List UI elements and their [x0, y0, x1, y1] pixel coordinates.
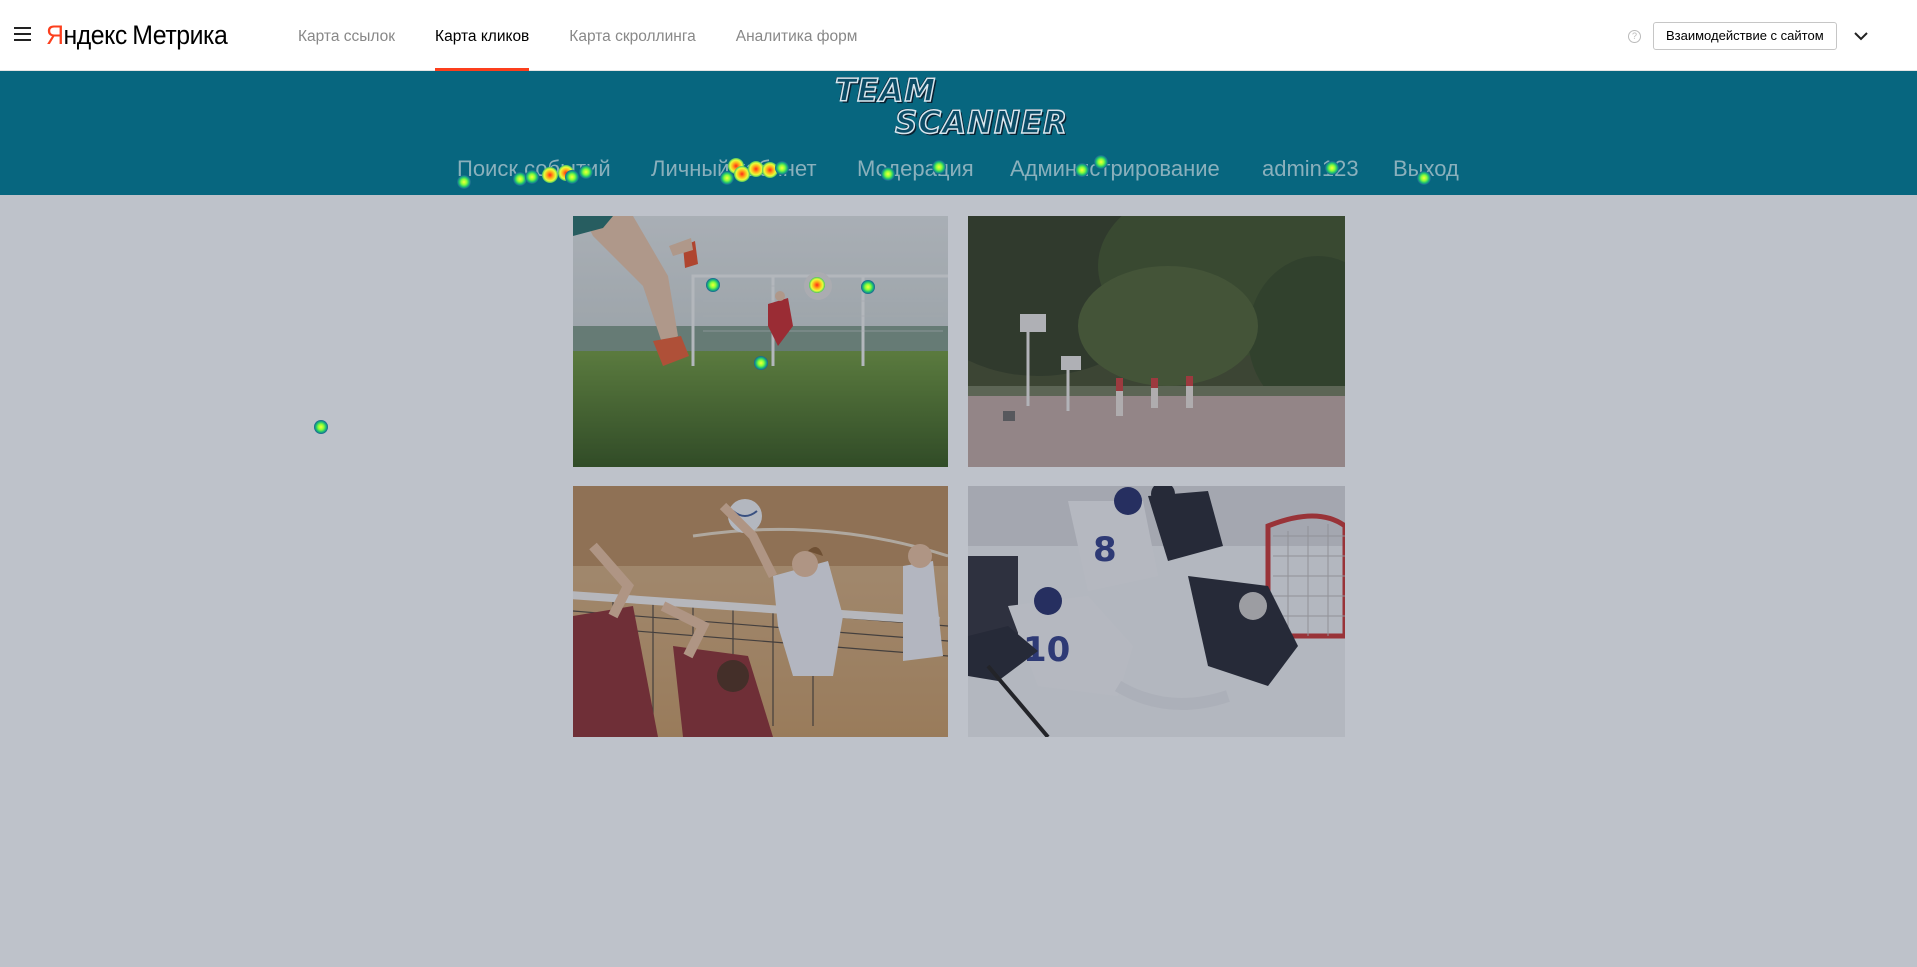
logo-brand-first-letter: Я [46, 20, 64, 50]
photo-hockey[interactable]: 8 10 [968, 486, 1345, 737]
photo-football[interactable] [573, 216, 948, 467]
click-heat-dot [861, 280, 875, 294]
click-heat-dot [881, 167, 895, 181]
tab-scroll-map[interactable]: Карта скроллинга [569, 0, 695, 71]
click-heat-dot [542, 167, 558, 183]
nav-username[interactable]: admin123 [1262, 153, 1359, 185]
logo-product-name: Метрика [132, 20, 228, 50]
tab-click-map[interactable]: Карта кликов [435, 0, 530, 71]
tab-link-map[interactable]: Карта ссылок [298, 0, 395, 71]
click-heat-dot [1325, 161, 1339, 175]
click-heat-dot [809, 277, 825, 293]
logo-line-team: TEAM [834, 72, 937, 110]
hamburger-icon[interactable] [14, 27, 31, 43]
click-heat-dot [775, 161, 789, 175]
logo-brand-rest: ндекс [63, 20, 127, 50]
click-heat-dot [754, 356, 768, 370]
click-heat-dot [525, 170, 539, 184]
team-scanner-logo[interactable]: TEAM SCANNER [834, 72, 1085, 147]
click-heat-dot [314, 420, 328, 434]
nav-moderation[interactable]: Модерация [857, 153, 974, 185]
logo-line-scanner: SCANNER [894, 104, 1069, 142]
click-heat-dot [1417, 171, 1431, 185]
chevron-down-icon[interactable] [1849, 24, 1873, 48]
question-icon[interactable]: ? [1628, 30, 1641, 43]
photo-basketball[interactable] [968, 216, 1345, 467]
site-preview: TEAM SCANNER Поиск событий Личный кабине… [0, 71, 1917, 967]
map-type-tabs: Карта ссылок Карта кликов Карта скроллин… [298, 0, 897, 71]
tab-form-analytics[interactable]: Аналитика форм [736, 0, 858, 71]
metrika-toolbar: Яндекс Метрика Карта ссылок Карта кликов … [0, 0, 1917, 71]
site-header: TEAM SCANNER Поиск событий Личный кабине… [0, 71, 1917, 195]
click-heat-dot [1075, 163, 1089, 177]
click-heat-dot [457, 175, 471, 189]
click-heat-dot [706, 278, 720, 292]
site-nav: Поиск событий Личный кабинет Модерация А… [0, 153, 1917, 189]
click-heat-dot [579, 165, 593, 179]
site-interaction-button[interactable]: Взаимодействие с сайтом [1653, 22, 1837, 50]
click-heat-dot [1094, 155, 1108, 169]
yandex-metrika-logo[interactable]: Яндекс Метрика [46, 18, 228, 52]
click-heat-dot [565, 170, 579, 184]
click-heat-dot [932, 160, 946, 174]
photo-volleyball[interactable] [573, 486, 948, 737]
nav-administration[interactable]: Администрирование [1010, 153, 1220, 185]
